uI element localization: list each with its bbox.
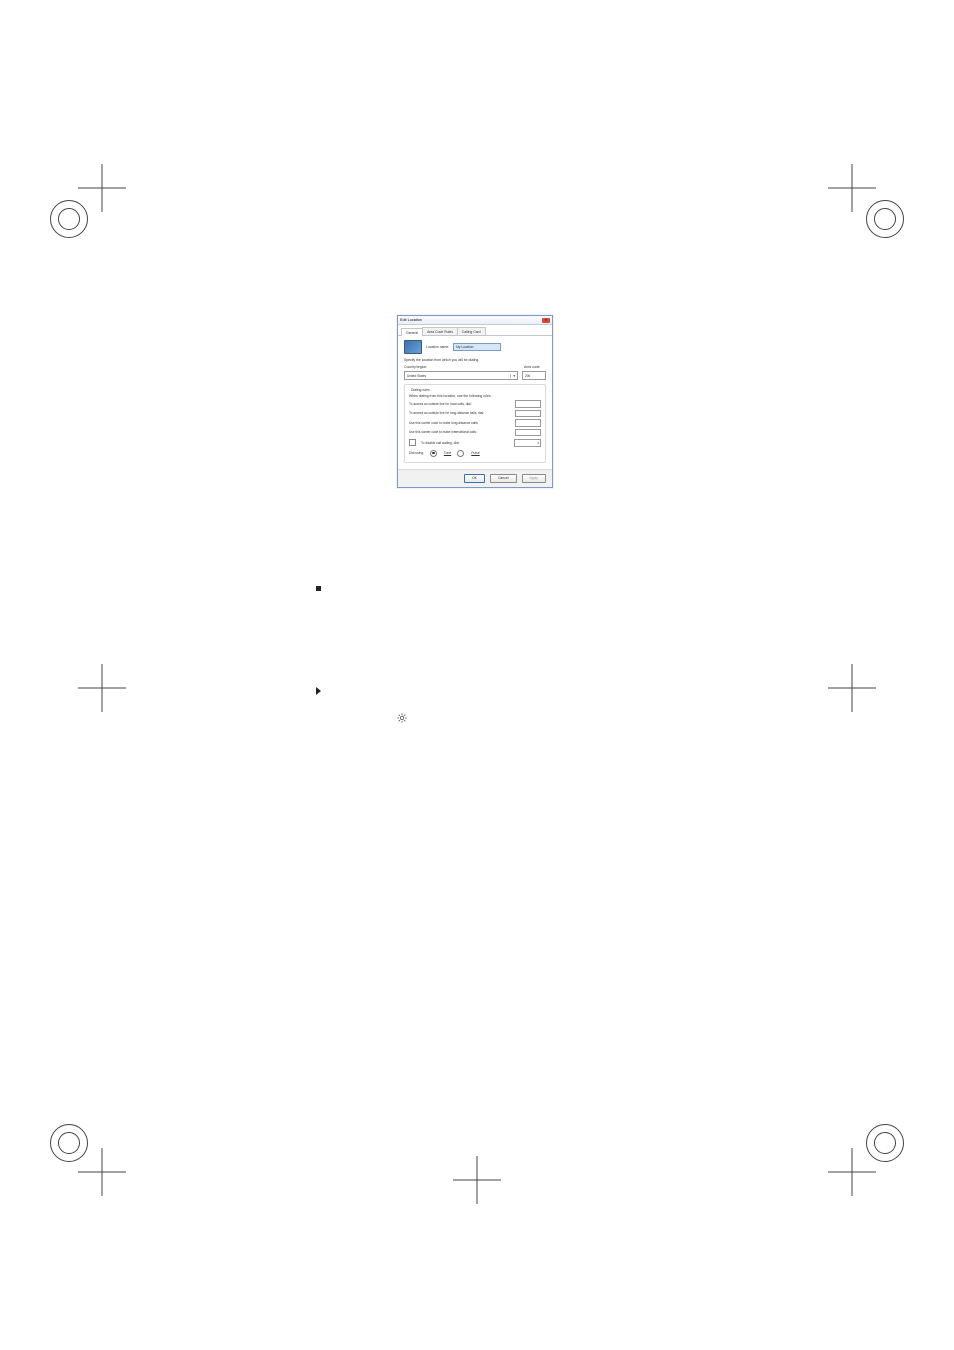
dial-tone-label: Tone [444,451,451,455]
dialog-body: Location name: My Location Specify the l… [398,336,552,469]
dial-pulse-radio[interactable] [457,450,464,457]
location-name-input[interactable]: My Location [453,343,501,351]
outside-line-local-input[interactable] [515,400,541,408]
bullet-triangle-1 [316,687,331,697]
carrier-long-input[interactable] [515,419,541,427]
crop-mark-mid-left [50,670,110,730]
dialog-titlebar: Edit Location × [398,316,552,325]
carrier-intl-input[interactable] [515,429,541,437]
dial-pulse-label: Pulse [471,451,479,455]
crop-mark-top-left [50,170,110,230]
dial-using-label: Dial using: [409,451,424,455]
crop-mark-bottom-right [844,1130,904,1190]
carrier-intl-label: Use this carrier code to make internatio… [409,430,512,434]
specify-text: Specify the location from which you will… [404,358,546,362]
tab-area-code-rules[interactable]: Area Code Rules [422,327,458,335]
disable-call-waiting-label: To disable call waiting, dial: [421,441,511,445]
country-select[interactable]: United States ▾ [404,371,518,380]
country-value: United States [407,374,426,378]
crop-mark-top-right [844,170,904,230]
disable-call-waiting-select[interactable]: ▾ [514,439,541,447]
outside-line-local-label: To access an outside line for local call… [409,402,512,406]
outside-line-long-input[interactable] [515,410,541,418]
dial-tone-radio[interactable] [430,450,437,457]
bullet-square-1 [316,585,331,595]
close-icon[interactable]: × [542,318,550,323]
carrier-long-label: Use this carrier code to make long-dista… [409,421,512,425]
tab-strip: General Area Code Rules Calling Card [398,325,552,336]
area-code-input[interactable]: 206 [522,371,546,380]
country-label: Country/region: [404,365,520,369]
crop-mark-mid-right [844,670,904,730]
dialing-rules-group: Dialing rules When dialing from this loc… [404,384,546,463]
tab-general[interactable]: General [401,328,423,336]
crop-mark-bottom-center [447,1150,507,1210]
area-code-label: Area code: [524,365,546,369]
location-world-icon [404,340,422,354]
gear-icon [397,710,407,720]
dialing-rules-title: Dialing rules [409,388,432,392]
cancel-button[interactable]: Cancel [490,474,517,483]
ok-button[interactable]: OK [464,474,485,483]
disable-call-waiting-checkbox[interactable] [409,439,416,446]
crop-mark-bottom-left [50,1130,110,1190]
chevron-down-icon: ▾ [510,374,515,378]
edit-location-dialog: Edit Location × General Area Code Rules … [397,315,553,488]
dialog-title-text: Edit Location [400,318,422,322]
page: Edit Location × General Area Code Rules … [0,0,954,1350]
apply-button[interactable]: Apply [522,474,546,483]
tab-calling-card[interactable]: Calling Card [457,327,486,335]
outside-line-long-label: To access an outside line for long-dista… [409,411,512,415]
dialing-rules-note: When dialing from this location, use the… [409,394,541,398]
location-name-label: Location name: [426,345,449,349]
dialog-button-row: OK Cancel Apply [398,469,552,487]
